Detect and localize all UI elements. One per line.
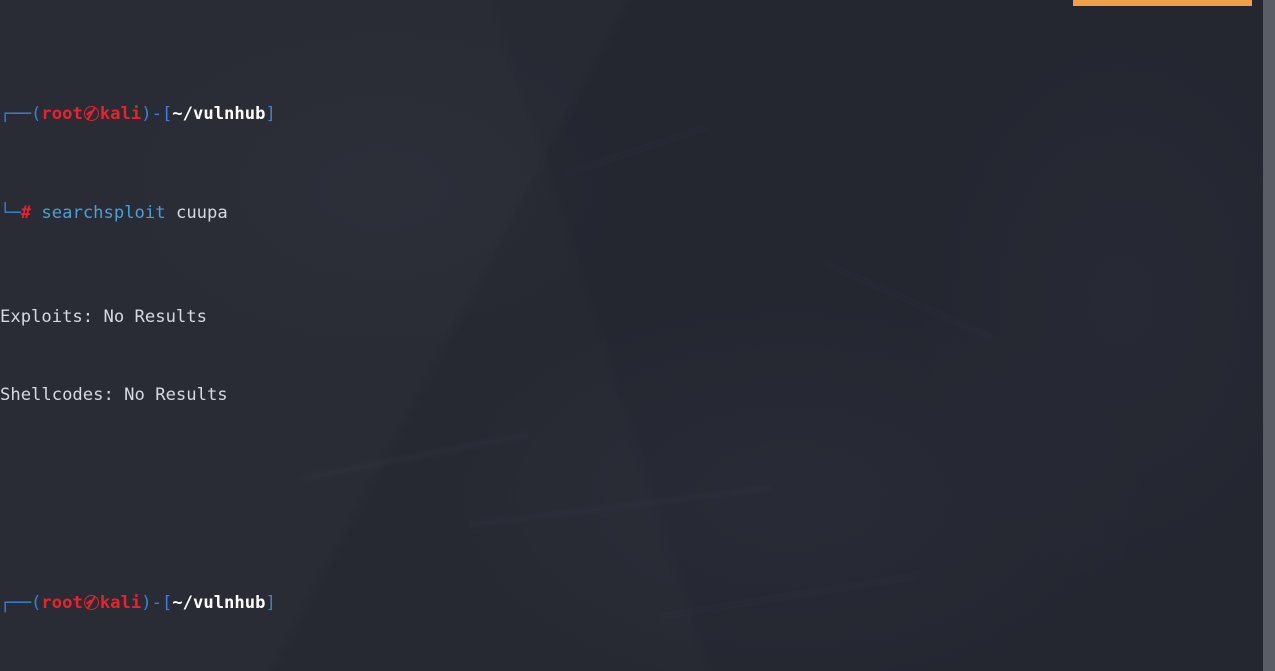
terminal-scrollbar[interactable] [1263,0,1275,671]
window-accent-bar [1073,0,1252,6]
prompt-host: kali [99,593,142,613]
output-exploits-none: Exploits: No Results [0,307,207,327]
command-line-1[interactable]: └─# searchsploit cuupa [0,200,1263,226]
prompt-dash: - [151,593,162,613]
prompt-dash: - [151,104,162,122]
kali-dragon-icon [83,106,99,121]
terminal-output-area[interactable]: ┌──(root kali)-[~/vulnhub] └─# searchsplo… [0,0,1263,671]
command-args-1: cuupa [175,203,228,223]
terminal-window[interactable]: ┌──(root kali)-[~/vulnhub] └─# searchsplo… [0,0,1275,671]
prompt-symbol: # [20,203,32,223]
prompt-open-paren: ( [31,593,42,613]
prompt-open-bracket: [ [161,104,173,122]
command-name-1: searchsploit [41,203,166,223]
kali-dragon-icon [83,595,99,610]
output-shellcodes-none: Shellcodes: No Results [0,385,228,405]
prompt-cwd: ~/vulnhub [172,593,266,613]
prompt-close-paren: ) [141,593,152,613]
prompt-open-bracket: [ [161,593,173,613]
prompt-user: root [41,104,83,122]
prompt-close-bracket: ] [265,104,276,122]
prompt-corner-top: ┌── [0,593,32,613]
prompt-close-paren: ) [141,104,152,122]
prompt-open-paren: ( [31,104,42,122]
prompt-host: kali [99,104,142,122]
prompt-user: root [41,593,83,613]
prompt-close-bracket: ] [265,593,276,613]
prompt-line-top: ┌──(root kali)-[~/vulnhub] [0,590,1263,616]
prompt-corner-bottom: └─ [0,203,21,223]
prompt-corner-top: ┌── [0,104,32,122]
prompt-cwd: ~/vulnhub [172,104,266,122]
prompt-line-top: ┌──(root kali)-[~/vulnhub] [0,104,1263,122]
